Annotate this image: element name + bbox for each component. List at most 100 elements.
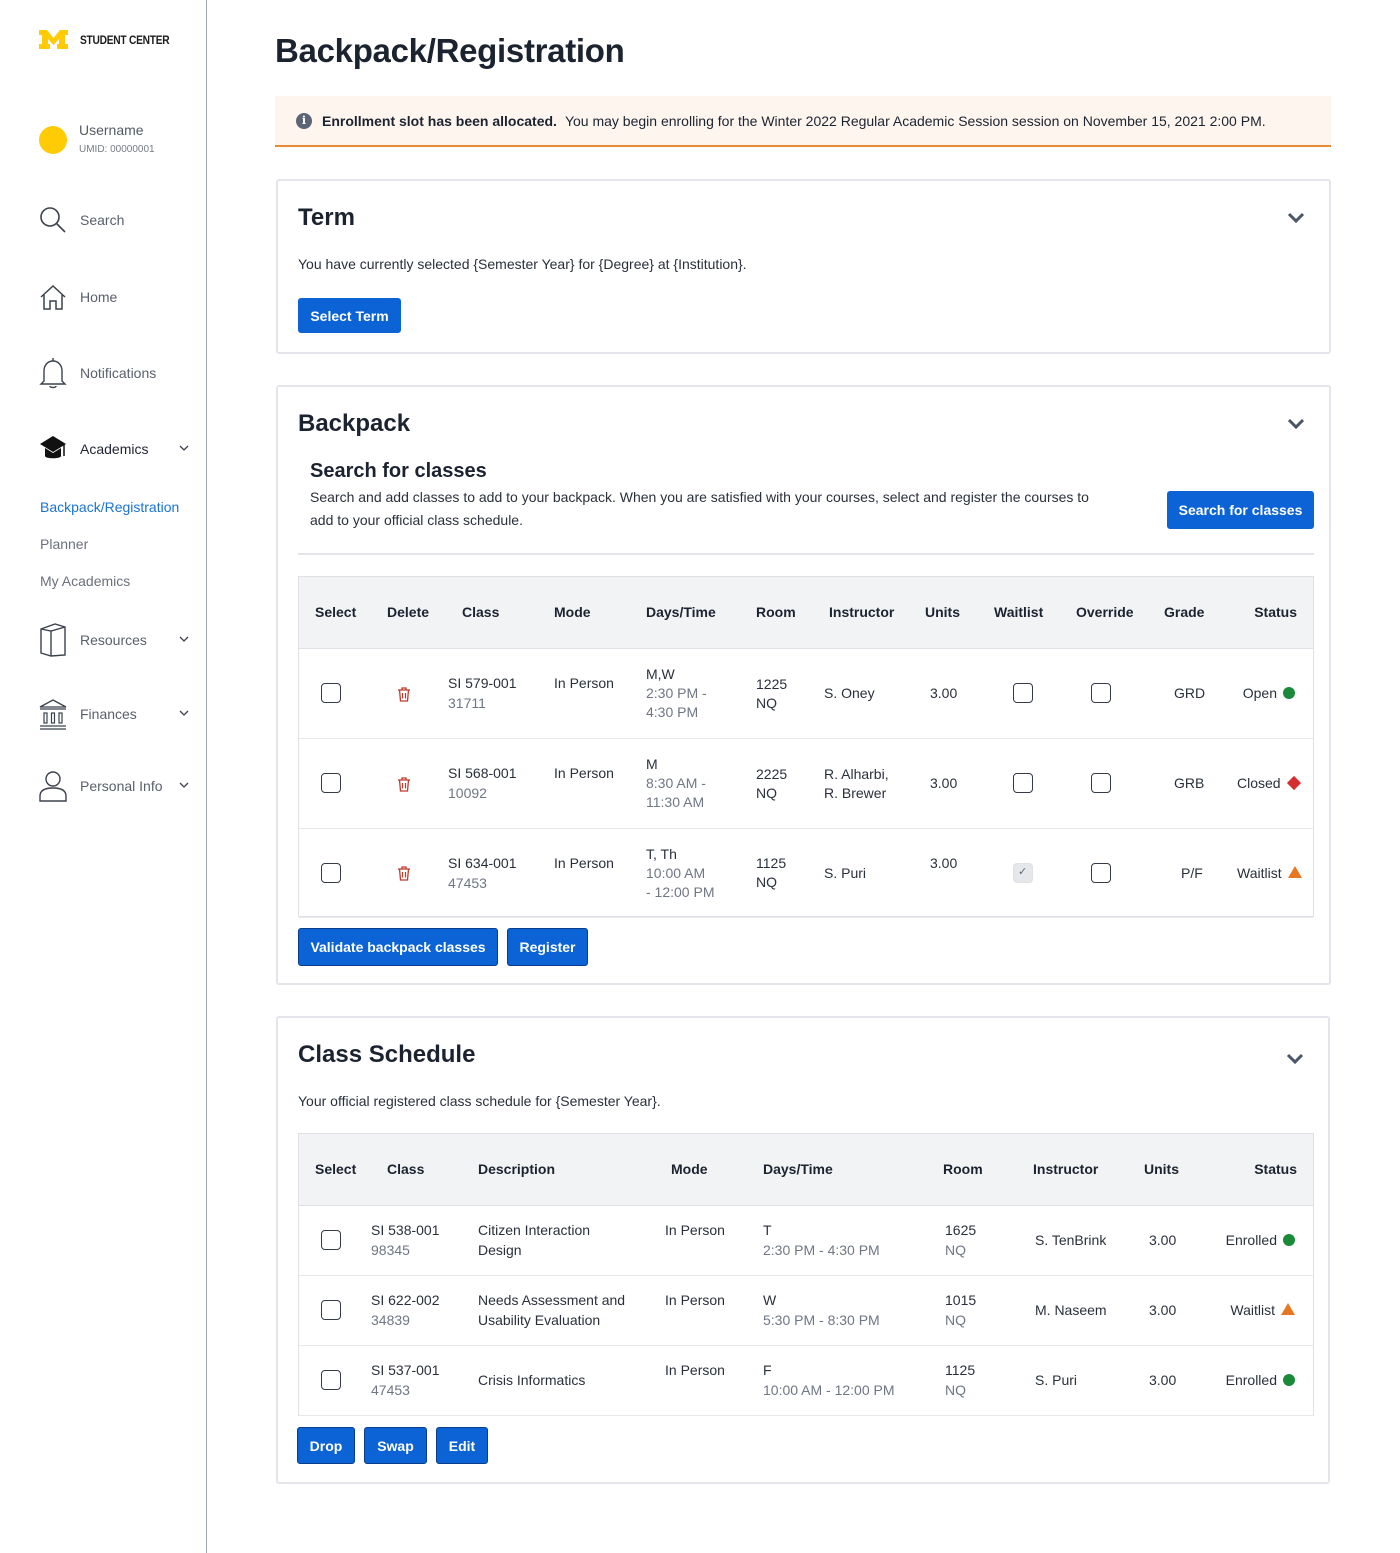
room-building: NQ	[945, 1382, 966, 1398]
room-building: NQ	[945, 1312, 966, 1328]
username: Username	[79, 122, 144, 138]
user-profile[interactable]: Username UMID: 00000001	[39, 122, 155, 155]
drop-button[interactable]: Drop	[297, 1427, 355, 1464]
mode: In Person	[554, 828, 646, 918]
page-title: Backpack/Registration	[275, 32, 625, 69]
table-row: SI 579-001 31711 In Person M,W 2:30 PM - 4:…	[299, 648, 1313, 739]
class-code: SI 568-001	[448, 765, 517, 781]
person-icon	[39, 771, 67, 802]
chevron-down-icon[interactable]	[1287, 418, 1305, 430]
class-schedule-description: Your official registered class schedule …	[298, 1093, 661, 1109]
nav-finances[interactable]: Finances	[39, 698, 189, 730]
trash-icon[interactable]	[397, 865, 411, 881]
col-override: Override	[1071, 577, 1157, 649]
select-checkbox[interactable]	[321, 1370, 341, 1390]
description-2: Design	[478, 1242, 522, 1258]
room-building: NQ	[756, 694, 777, 711]
col-grade: Grade	[1157, 577, 1237, 649]
nav-resources-label: Resources	[80, 632, 147, 648]
status-label: Enrolled	[1225, 1372, 1277, 1388]
edit-button[interactable]: Edit	[436, 1427, 488, 1464]
brand[interactable]: STUDENT CENTER	[39, 30, 185, 49]
col-days-time: Days/Time	[646, 577, 752, 649]
nav-search[interactable]: Search	[39, 204, 189, 236]
col-days-time: Days/Time	[763, 1134, 943, 1206]
status-waitlist-icon	[1287, 865, 1302, 878]
status-label: Open	[1242, 685, 1277, 701]
col-description: Description	[478, 1134, 671, 1206]
class-code: SI 579-001	[448, 675, 517, 691]
register-button[interactable]: Register	[507, 928, 588, 966]
select-checkbox[interactable]	[321, 1230, 341, 1250]
class-code: SI 538-001	[371, 1222, 440, 1238]
nav-resources[interactable]: Resources	[39, 623, 189, 657]
table-row: SI 568-001 10092 In Person M 8:30 AM - 11:3…	[299, 738, 1313, 829]
nav-home[interactable]: Home	[39, 281, 189, 313]
waitlist-checkbox[interactable]	[1013, 773, 1033, 793]
status-waitlist-icon	[1281, 1303, 1295, 1315]
class-code: SI 634-001	[448, 854, 517, 871]
class-schedule-card: Class Schedule Your official registered …	[276, 1016, 1330, 1484]
sidebar-item-my-academics[interactable]: My Academics	[40, 573, 130, 589]
waitlist-checkbox[interactable]	[1013, 683, 1033, 703]
col-mode: Mode	[671, 1134, 763, 1206]
instructor: S. Puri	[1033, 1345, 1144, 1416]
swap-button[interactable]: Swap	[364, 1427, 427, 1464]
class-number: 34839	[371, 1312, 410, 1328]
override-checkbox[interactable]	[1091, 683, 1111, 703]
time: 2:30 PM -	[646, 685, 707, 701]
bank-icon	[39, 699, 67, 730]
validate-backpack-button[interactable]: Validate backpack classes	[298, 928, 498, 966]
sidebar: STUDENT CENTER Username UMID: 00000001 S…	[0, 0, 207, 1553]
sidebar-item-backpack-registration[interactable]: Backpack/Registration	[40, 499, 179, 515]
trash-icon[interactable]	[397, 776, 411, 792]
nav-academics-label: Academics	[80, 441, 149, 457]
grade: GRD	[1157, 648, 1237, 739]
backpack-header-row: Select Delete Class Mode Days/Time Room …	[299, 577, 1313, 649]
class-number: 47453	[448, 874, 487, 891]
days: T, Th	[646, 845, 677, 862]
override-checkbox[interactable]	[1091, 773, 1111, 793]
home-icon	[39, 282, 67, 312]
time-end: 11:30 AM	[646, 794, 705, 810]
nav-notifications[interactable]: Notifications	[39, 357, 189, 389]
search-for-classes-button[interactable]: Search for classes	[1167, 491, 1314, 529]
search-icon	[39, 205, 67, 235]
user-umid: UMID: 00000001	[79, 144, 155, 155]
days: M	[646, 756, 658, 772]
alert-message: You may begin enrolling for the Winter 2…	[564, 112, 1266, 129]
select-checkbox[interactable]	[321, 683, 341, 703]
select-checkbox[interactable]	[321, 773, 341, 793]
time-end: - 12:00 PM	[646, 883, 715, 900]
col-room: Room	[943, 1134, 1033, 1206]
nav-academics[interactable]: Academics	[39, 433, 189, 465]
waitlist-checkbox-checked[interactable]	[1013, 862, 1033, 883]
mode: In Person	[665, 1275, 757, 1346]
chevron-down-icon[interactable]	[1287, 212, 1305, 224]
units: 3.00	[922, 648, 991, 739]
select-term-button[interactable]: Select Term	[298, 298, 401, 333]
days: T	[763, 1222, 772, 1238]
col-class: Class	[448, 577, 554, 649]
status-closed-icon	[1286, 775, 1301, 791]
status-label: Enrolled	[1225, 1232, 1277, 1248]
status-open-icon	[1283, 687, 1295, 699]
description: Crisis Informatics	[478, 1372, 586, 1388]
divider	[298, 553, 1314, 555]
col-units: Units	[922, 577, 991, 649]
sidebar-item-planner[interactable]: Planner	[40, 536, 88, 552]
col-class: Class	[371, 1134, 478, 1206]
select-checkbox[interactable]	[321, 862, 341, 883]
status-label: Waitlist	[1230, 1302, 1275, 1318]
nav-personal-info[interactable]: Personal Info	[39, 770, 189, 802]
mode: In Person	[554, 738, 646, 829]
chevron-down-icon[interactable]	[1286, 1053, 1304, 1065]
col-instructor: Instructor	[824, 577, 922, 649]
room: 1625	[945, 1222, 977, 1238]
info-icon: i	[296, 112, 312, 129]
select-checkbox[interactable]	[321, 1300, 341, 1320]
trash-icon[interactable]	[397, 686, 411, 702]
override-checkbox[interactable]	[1091, 862, 1111, 883]
status-enrolled-icon	[1283, 1234, 1295, 1246]
days: W	[763, 1292, 777, 1308]
